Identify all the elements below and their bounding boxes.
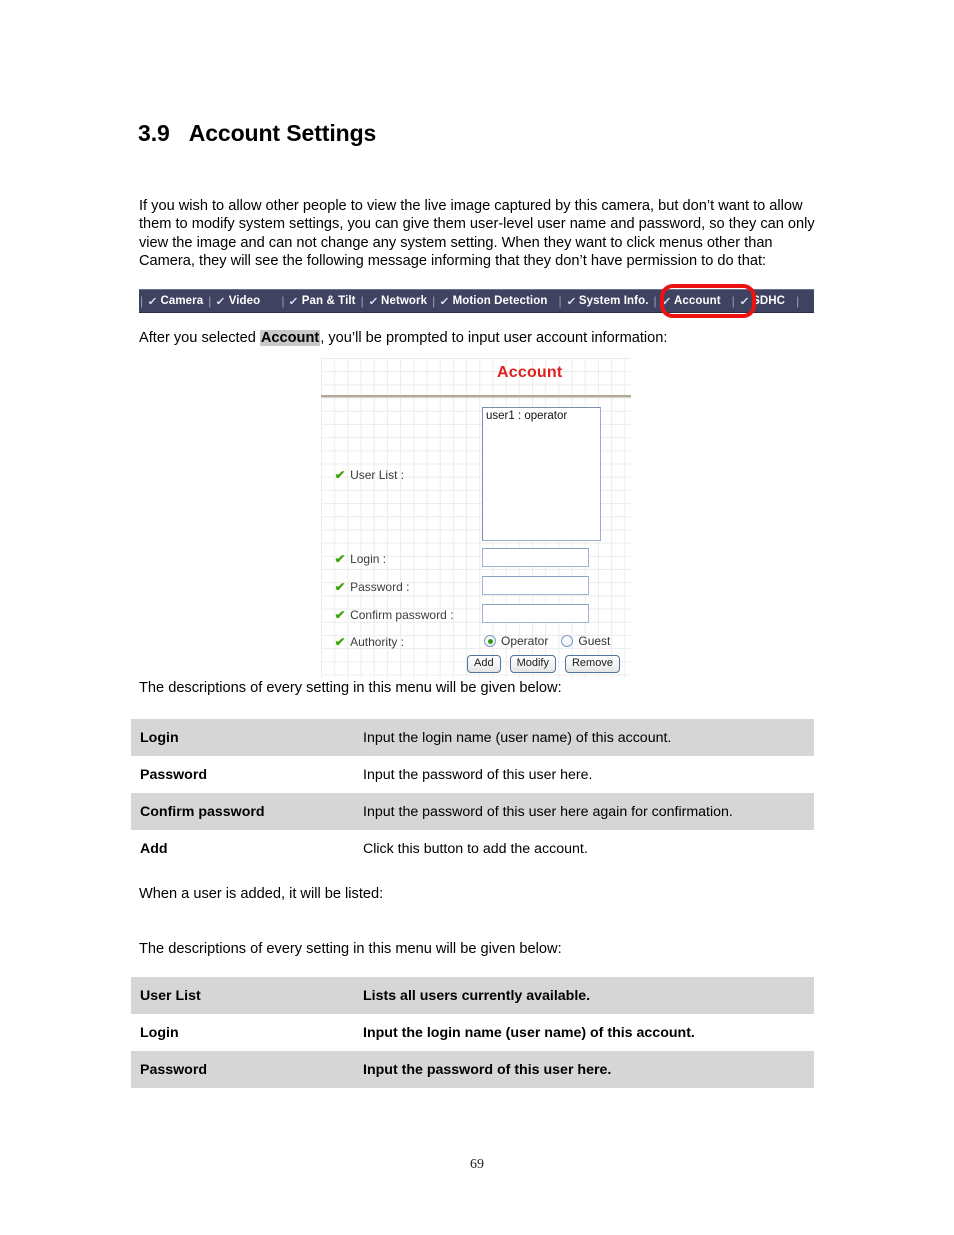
check-icon: ✓ (147, 295, 159, 308)
account-settings-screenshot: Account ✔ User List : user1 : operator ✔… (321, 358, 631, 678)
table-row: Confirm password Input the password of t… (131, 793, 814, 830)
table-cell-value: Input the password of this user here. (354, 756, 814, 793)
table-row: Add Click this button to add the account… (131, 830, 814, 867)
check-icon: ✓ (660, 295, 672, 308)
check-icon: ✓ (288, 295, 300, 308)
table-cell-key: Password (131, 756, 354, 793)
after-selected-suffix: , you’ll be prompted to input user accou… (320, 330, 668, 346)
descriptions-intro-2: The descriptions of every setting in thi… (139, 941, 562, 957)
table-cell-value: Lists all users currently available. (354, 977, 814, 1014)
document-page: 3.9 Account Settings If you wish to allow… (0, 0, 954, 1235)
panel-divider (321, 395, 631, 398)
authority-label: ✔ Authority : (334, 635, 405, 649)
user-list-label: ✔ User List : (334, 468, 405, 482)
table-row: Password Input the password of this user… (131, 1051, 814, 1088)
login-input[interactable] (482, 548, 589, 567)
confirm-password-label-text: Confirm password : (350, 608, 454, 622)
check-icon: ✓ (565, 295, 577, 308)
authority-radio-group: Operator Guest (484, 634, 610, 648)
table-cell-value: Input the login name (user name) of this… (354, 719, 814, 756)
descriptions-intro-1: The descriptions of every setting in thi… (139, 680, 562, 696)
menu-item-account[interactable]: ✓ Account (658, 295, 725, 308)
page-number: 69 (470, 1157, 484, 1172)
password-label: ✔ Password : (334, 580, 410, 594)
table-row: Login Input the login name (user name) o… (131, 1014, 814, 1051)
check-icon: ✔ (334, 468, 346, 482)
page-title: 3.9 Account Settings (138, 120, 376, 147)
menu-item-network[interactable]: ✓ Network (365, 295, 431, 308)
table-cell-key: User List (131, 977, 354, 1014)
menu-item-label: SDHC (752, 295, 786, 307)
confirm-password-input[interactable] (482, 604, 589, 623)
table-cell-key: Add (131, 830, 354, 867)
table-cell-key: Login (131, 719, 354, 756)
section-title: Account Settings (188, 120, 377, 146)
account-panel-title: Account (497, 364, 563, 381)
after-selected-prefix: After you selected (139, 330, 260, 346)
table-row: User List Lists all users currently avai… (131, 977, 814, 1014)
table-cell-key: Login (131, 1014, 354, 1051)
menu-item-system-info[interactable]: ✓ System Info. (563, 295, 653, 308)
table-cell-key: Password (131, 1051, 354, 1088)
account-action-buttons: Add Modify Remove (467, 655, 620, 673)
login-label: ✔ Login : (334, 552, 387, 566)
confirm-password-label: ✔ Confirm password : (334, 608, 454, 622)
table-cell-value: Input the login name (user name) of this… (354, 1014, 814, 1051)
check-icon: ✔ (334, 580, 346, 594)
table-row: Password Input the password of this user… (131, 756, 814, 793)
radio-guest[interactable] (561, 635, 574, 647)
check-icon: ✓ (215, 295, 227, 308)
check-icon: ✓ (439, 295, 451, 308)
radio-guest-label: Guest (578, 634, 611, 648)
user-list-item[interactable]: user1 : operator (483, 408, 600, 422)
intro-paragraph: If you wish to allow other people to vie… (139, 197, 815, 270)
modify-button[interactable]: Modify (509, 655, 556, 673)
menu-item-label: Account (673, 295, 721, 307)
menu-item-label: Motion Detection (452, 295, 548, 307)
menu-separator: | (796, 294, 800, 308)
menu-item-label: System Info. (578, 295, 649, 307)
login-label-text: Login : (350, 552, 387, 566)
menu-item-pan-and-tilt[interactable]: ✓ Pan & Tilt (285, 295, 359, 308)
section-number: 3.9 (138, 120, 170, 146)
menu-item-camera[interactable]: ✓ Camera (144, 295, 207, 308)
radio-operator-label: Operator (501, 634, 549, 648)
table-cell-value: Input the password of this user here aga… (354, 793, 814, 830)
check-icon: ✓ (368, 295, 379, 308)
authority-label-text: Authority : (350, 635, 405, 649)
table-cell-value: Input the password of this user here. (354, 1051, 814, 1088)
user-list-box[interactable]: user1 : operator (482, 407, 601, 541)
table-cell-value: Click this button to add the account. (354, 830, 814, 867)
table-row: Login Input the login name (user name) o… (131, 719, 814, 756)
settings-description-table-2: User List Lists all users currently avai… (131, 977, 814, 1088)
menu-item-motion-detection[interactable]: ✓ Motion Detection (436, 295, 551, 308)
camera-menu-bar: | ✓ Camera | ✓ Video | ✓ Pan & Tilt | ✓ … (139, 289, 814, 313)
menu-item-label: Camera (160, 295, 204, 307)
user-list-label-text: User List : (350, 468, 405, 482)
settings-description-table-1: Login Input the login name (user name) o… (131, 719, 814, 867)
when-added-line: When a user is added, it will be listed: (139, 886, 384, 902)
remove-button[interactable]: Remove (564, 655, 620, 673)
after-selected-line: After you selected Account, you’ll be pr… (139, 330, 667, 346)
menu-item-sdhc[interactable]: ✓ SDHC (736, 295, 789, 308)
check-icon: ✔ (334, 608, 346, 622)
menu-item-label: Video (228, 295, 261, 307)
menu-bar-screenshot: | ✓ Camera | ✓ Video | ✓ Pan & Tilt | ✓ … (139, 284, 814, 318)
password-input[interactable] (482, 576, 589, 595)
password-label-text: Password : (350, 580, 410, 594)
check-icon: ✔ (334, 635, 346, 649)
radio-operator[interactable] (484, 635, 496, 647)
add-button[interactable]: Add (467, 655, 501, 673)
check-icon: ✓ (739, 295, 750, 308)
check-icon: ✔ (334, 552, 346, 566)
after-selected-highlight: Account (259, 330, 321, 346)
menu-item-label: Network (381, 295, 428, 307)
table-cell-key: Confirm password (131, 793, 354, 830)
menu-item-video[interactable]: ✓ Video (212, 295, 264, 308)
menu-item-label: Pan & Tilt (301, 295, 356, 307)
